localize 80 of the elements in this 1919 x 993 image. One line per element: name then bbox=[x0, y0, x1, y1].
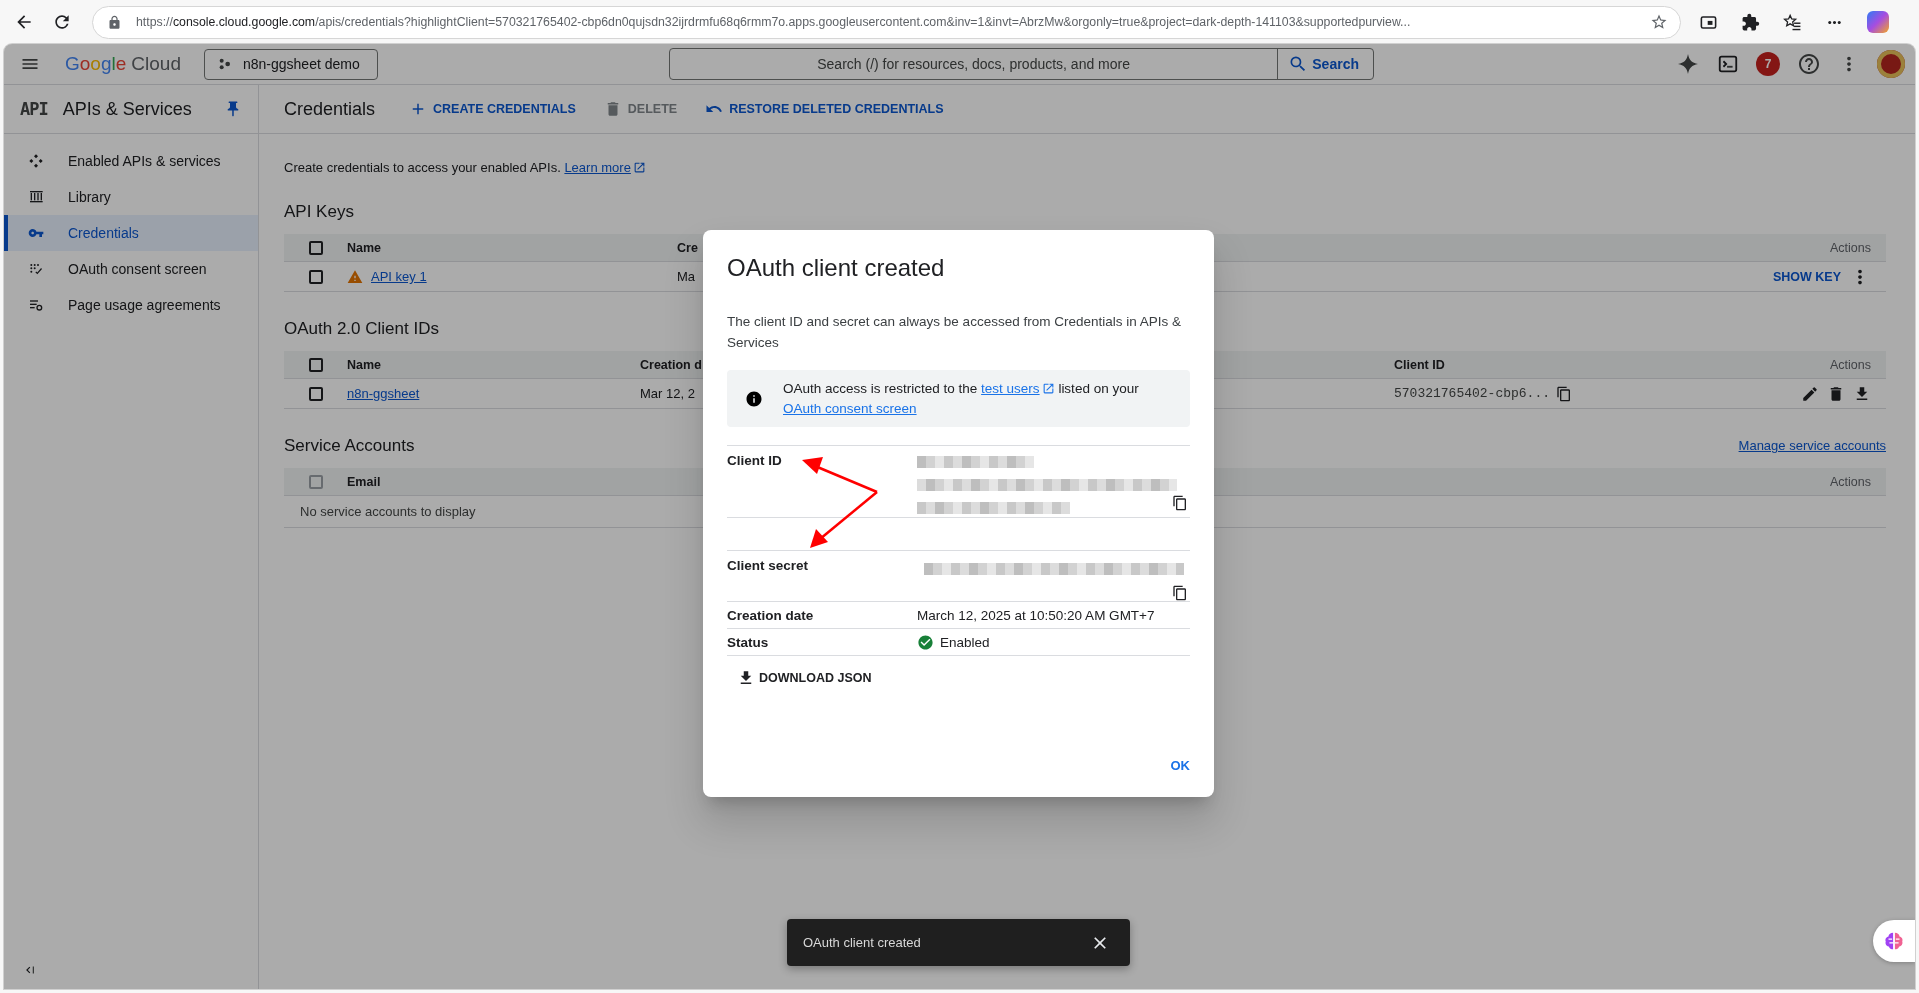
learn-more-link[interactable]: Learn more bbox=[564, 160, 646, 175]
table-cell: Mar 12, 2 bbox=[640, 386, 695, 401]
search-button[interactable]: Search bbox=[1277, 49, 1373, 79]
column-header: Cre bbox=[677, 240, 699, 255]
sidebar-item[interactable]: Page usage agreements bbox=[4, 287, 258, 323]
sidebar-item[interactable]: Credentials bbox=[4, 215, 258, 251]
client-id-text: 570321765402-cbp6... bbox=[1394, 386, 1551, 401]
favorite-star-icon[interactable] bbox=[1650, 13, 1668, 31]
url-text: https://console.cloud.google.com/apis/credentials?highlightClient=570321765402-cbp6dn0qujsdn32ijrdrmfu68q6rmm7o.apps.googleusercontent.com&inv=1&invt=AbrzMw&orgonly=true&project=dark-depth-141103&supportedpurview... bbox=[136, 15, 1412, 29]
address-bar[interactable] bbox=[92, 5, 1681, 39]
copy-icon[interactable] bbox=[1556, 385, 1573, 402]
notification-badge[interactable]: 7 bbox=[1756, 52, 1780, 76]
section-heading: Service Accounts bbox=[284, 435, 415, 456]
page-title: Credentials bbox=[284, 98, 377, 120]
checkbox[interactable] bbox=[308, 269, 323, 284]
assistant-button[interactable] bbox=[1873, 920, 1915, 962]
column-header: Email bbox=[347, 474, 382, 489]
list-gear-icon bbox=[28, 297, 44, 313]
manage-link[interactable]: Manage service accounts bbox=[1738, 438, 1886, 453]
checkbox[interactable] bbox=[308, 386, 323, 401]
section-heading: API Keys bbox=[284, 201, 354, 222]
copy-icon[interactable] bbox=[1172, 495, 1188, 511]
column-header: Client ID bbox=[1394, 357, 1446, 372]
section-heading: OAuth 2.0 Client IDs bbox=[284, 318, 439, 339]
key-name-link[interactable]: API key 1 bbox=[371, 269, 427, 284]
show-key-button[interactable]: SHOW KEY bbox=[1772, 269, 1841, 284]
field-label: Client secret bbox=[727, 558, 809, 573]
edit-icon[interactable] bbox=[1801, 384, 1819, 403]
diamond-arrows-icon bbox=[28, 153, 44, 169]
library-icon bbox=[28, 189, 44, 205]
notice-link[interactable]: test users bbox=[981, 378, 1055, 399]
table-cell-text: Ma bbox=[677, 269, 697, 284]
info-icon bbox=[745, 389, 763, 408]
project-picker[interactable]: n8n-ggsheet demo bbox=[204, 48, 378, 80]
reload-icon[interactable] bbox=[52, 12, 72, 32]
notice-text: OAuth access is restricted to the test users listed on your OAuth consent screen bbox=[783, 378, 1178, 419]
api-label: API bbox=[20, 99, 48, 119]
restore-button[interactable]: RESTORE DELETED CREDENTIALS bbox=[705, 100, 944, 118]
toast-message: OAuth client created bbox=[803, 935, 921, 950]
status-text: Enabled bbox=[940, 634, 990, 650]
dialog-title: OAuth client created bbox=[727, 253, 946, 283]
column-header: Actions bbox=[1830, 240, 1872, 255]
empty-message: No service accounts to display bbox=[300, 504, 476, 519]
create-button[interactable]: CREATE CREDENTIALS bbox=[409, 100, 576, 118]
column-header: Name bbox=[347, 357, 383, 372]
sidebar-item[interactable]: Enabled APIs & services bbox=[4, 143, 258, 179]
checkbox[interactable] bbox=[308, 240, 323, 255]
search-bar[interactable]: Search (/) for resources, docs, products, and more Search bbox=[669, 48, 1374, 80]
favorites-icon[interactable] bbox=[1783, 12, 1802, 32]
dialog-description: The client ID and secret can always be accessed from Credentials in APIs & Services bbox=[727, 313, 1182, 352]
section-title: APIs & Services bbox=[62, 98, 193, 120]
avatar[interactable] bbox=[1877, 50, 1905, 78]
column-header: Actions bbox=[1830, 357, 1872, 372]
field-label: Creation date bbox=[727, 607, 814, 623]
column-header: Creation d bbox=[640, 357, 703, 372]
search-field[interactable]: Search (/) for resources, docs, products, and more bbox=[670, 49, 1278, 79]
sidebar-item[interactable]: Library bbox=[4, 179, 258, 215]
external-link-icon bbox=[632, 161, 646, 174]
field-label: Client ID bbox=[727, 453, 782, 468]
field-value: March 12, 2025 at 10:50:20 AM GMT+7 bbox=[917, 607, 1155, 623]
sidebar-item[interactable]: OAuth consent screen bbox=[4, 251, 258, 287]
download-button[interactable]: DOWNLOAD JSON bbox=[737, 669, 872, 687]
field-label: Status bbox=[727, 634, 769, 650]
checkbox[interactable] bbox=[308, 357, 323, 372]
column-header: Name bbox=[347, 240, 383, 255]
help-icon[interactable] bbox=[1797, 52, 1821, 76]
extensions-icon[interactable] bbox=[1741, 12, 1760, 32]
assistant-icon[interactable] bbox=[1867, 11, 1889, 33]
column-header: Actions bbox=[1830, 474, 1872, 489]
dots-icon bbox=[217, 56, 233, 72]
product-logo[interactable]: Google Cloud bbox=[65, 53, 181, 75]
intro-text: Create credentials to access your enabled APIs. Learn more bbox=[284, 160, 1886, 175]
ok-button[interactable]: OK bbox=[1170, 758, 1190, 773]
copy-icon[interactable] bbox=[1172, 585, 1188, 601]
client-name-link[interactable]: n8n-ggsheet bbox=[347, 386, 420, 401]
notice-link[interactable]: OAuth consent screen bbox=[783, 398, 917, 419]
lock-icon bbox=[107, 14, 122, 30]
dotted-check-icon bbox=[28, 261, 44, 277]
terminal-icon[interactable] bbox=[1717, 53, 1739, 75]
brain-icon[interactable] bbox=[1883, 930, 1905, 952]
